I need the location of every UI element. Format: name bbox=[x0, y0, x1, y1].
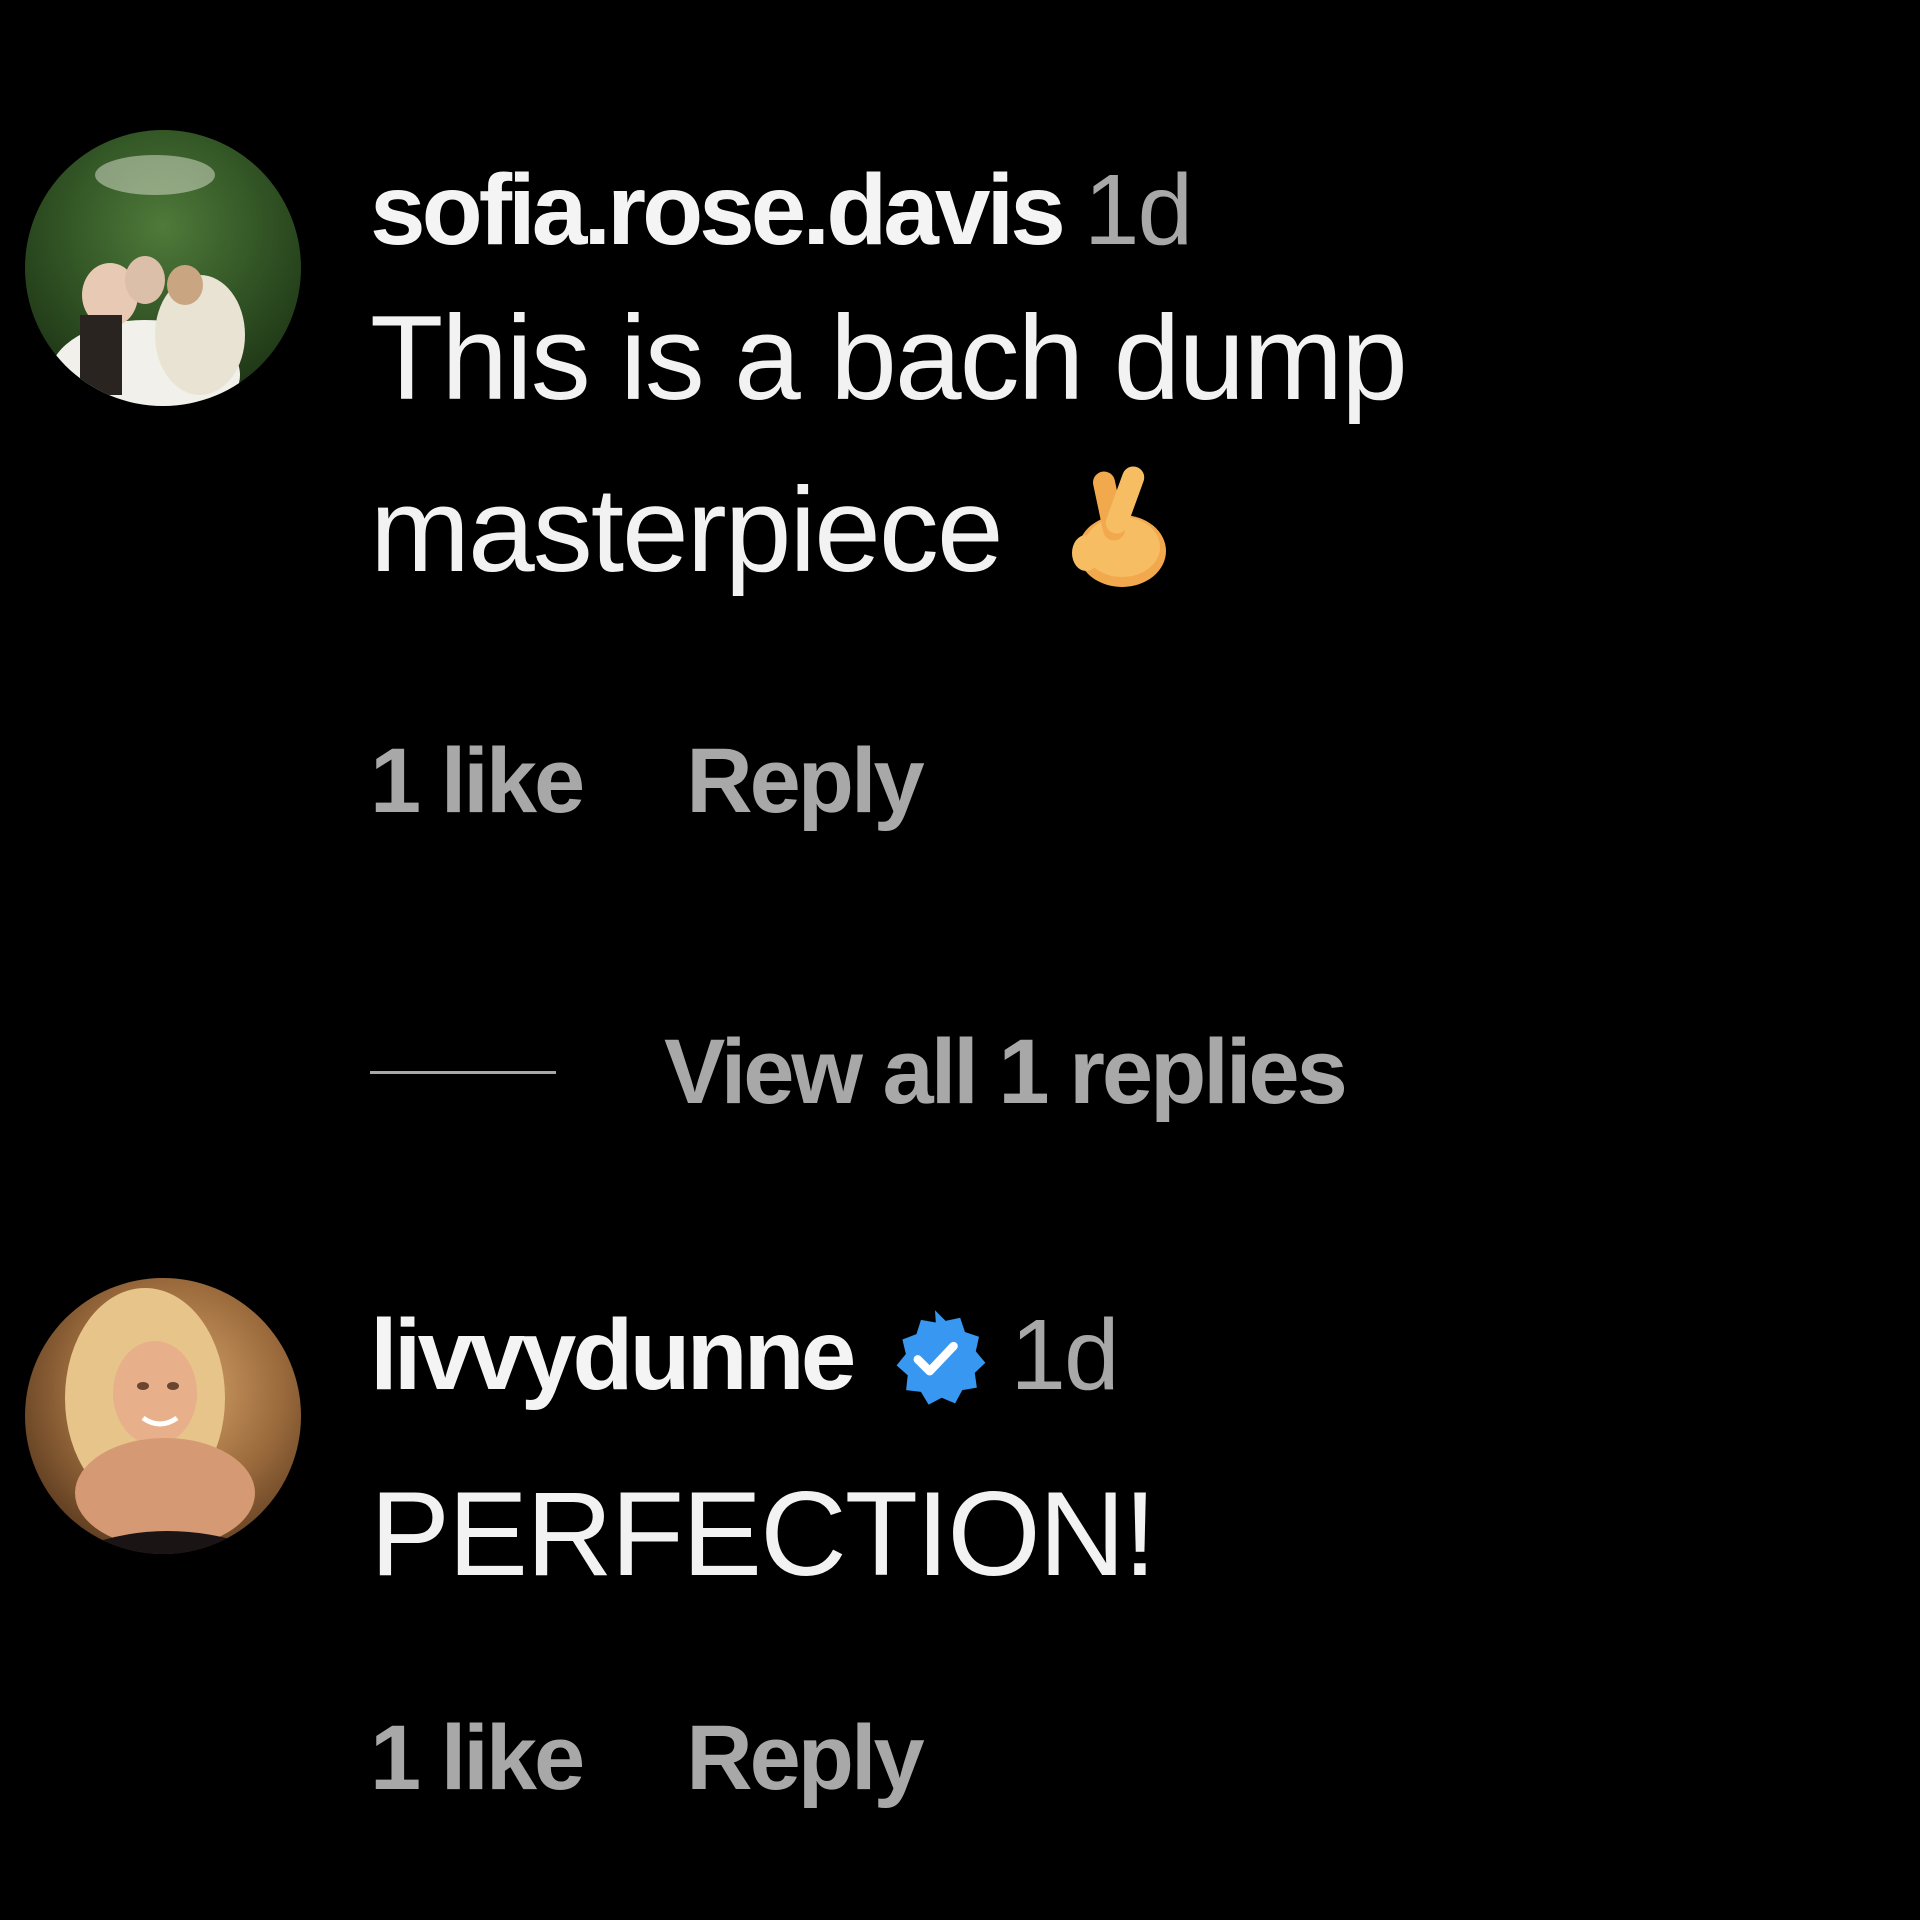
comment-text-line: PERFECTION! bbox=[370, 1467, 1157, 1601]
like-count[interactable]: 1 like bbox=[370, 1712, 585, 1804]
avatar-image bbox=[25, 1278, 301, 1554]
username[interactable]: livvydunne bbox=[370, 1305, 856, 1405]
verified-badge-icon bbox=[882, 1305, 988, 1411]
reply-button[interactable]: Reply bbox=[686, 1712, 925, 1804]
comment-actions: 1 like Reply bbox=[370, 1712, 925, 1804]
timestamp: 1d bbox=[1010, 1299, 1119, 1411]
crossed-fingers-icon bbox=[1058, 457, 1174, 589]
avatar-image bbox=[25, 130, 301, 406]
view-replies-button[interactable]: View all 1 replies bbox=[664, 1020, 1348, 1125]
comment-text-line: This is a bach dump bbox=[370, 291, 1408, 425]
comment-text: PERFECTION! bbox=[370, 1448, 1770, 1620]
username[interactable]: sofia.rose.davis bbox=[370, 160, 1066, 260]
like-count[interactable]: 1 like bbox=[370, 735, 585, 827]
comment-text-line-2: masterpiece bbox=[370, 444, 1770, 616]
comment-actions: 1 like Reply bbox=[370, 735, 925, 827]
comment-header: sofia.rose.davis 1d bbox=[370, 154, 1193, 266]
comment-text: This is a bach dump masterpiece bbox=[370, 272, 1770, 616]
reply-button[interactable]: Reply bbox=[686, 735, 925, 827]
comment-header: livvydunne 1d bbox=[370, 1299, 1120, 1411]
comment-text-line: masterpiece bbox=[370, 463, 1004, 597]
timestamp: 1d bbox=[1083, 154, 1193, 266]
avatar[interactable] bbox=[25, 130, 301, 406]
avatar[interactable] bbox=[25, 1278, 301, 1554]
view-replies[interactable]: View all 1 replies bbox=[370, 1020, 1348, 1125]
replies-divider bbox=[370, 1071, 556, 1074]
